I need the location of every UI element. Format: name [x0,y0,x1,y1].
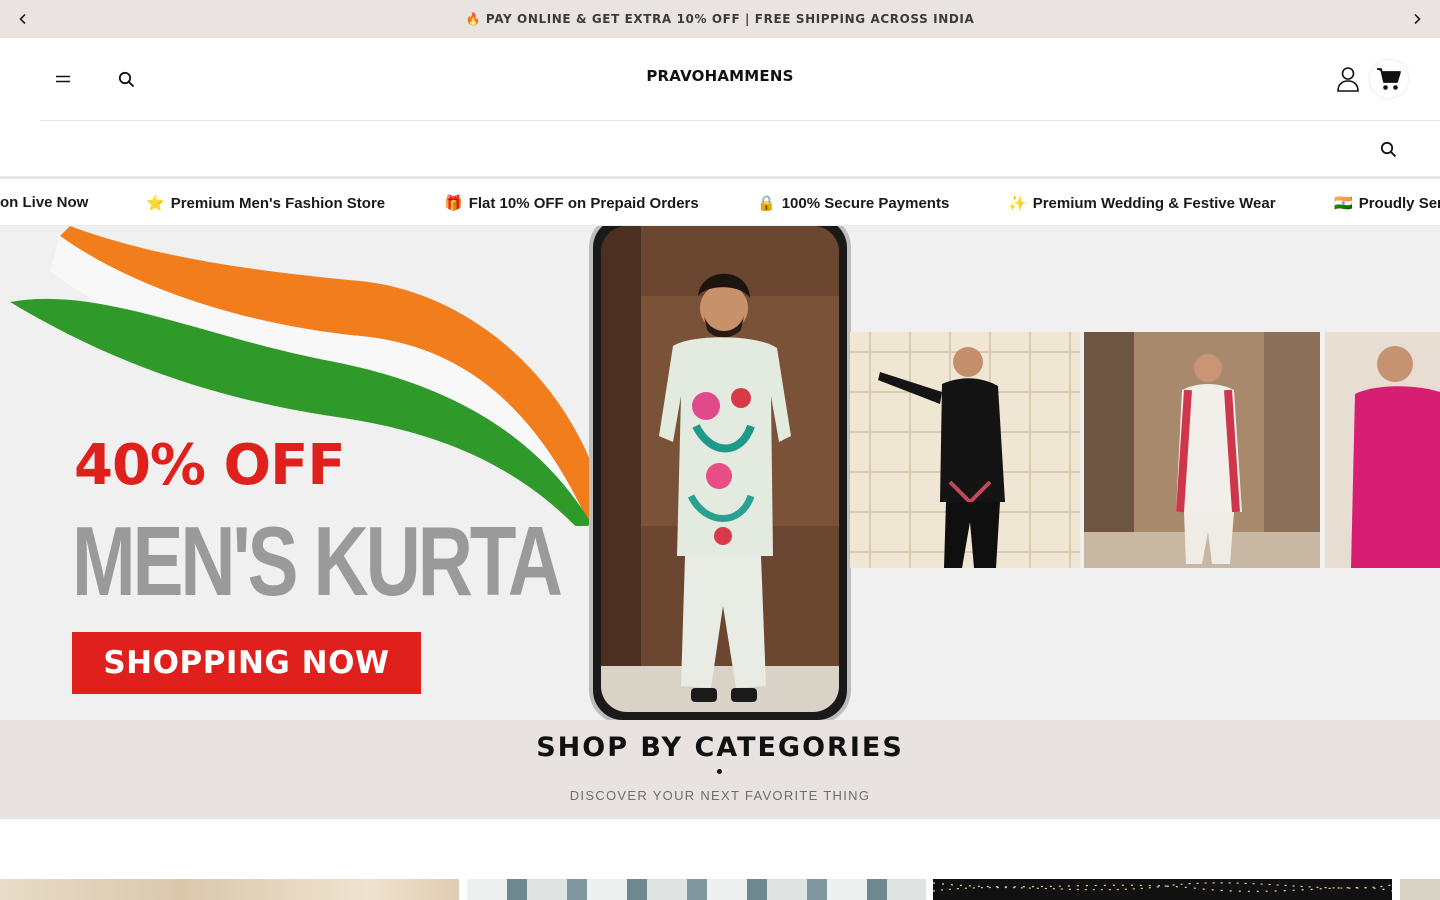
marquee-item: 🎁 Flat 10% OFF on Prepaid Orders [444,194,699,212]
section-subtitle: DISCOVER YOUR NEXT FAVORITE THING [569,788,871,803]
category-card[interactable] [467,879,926,900]
hero-headline: MEN'S KURTA [72,506,563,616]
categories-section: SHOP BY CATEGORIES DISCOVER YOUR NEXT FA… [0,720,1440,819]
chevron-right-icon [1414,13,1421,25]
header-search-button[interactable] [110,62,142,96]
search-icon [1380,141,1396,157]
marquee-item-label: Flat 10% OFF on Prepaid Orders [468,195,699,212]
section-title: SHOP BY CATEGORIES [536,732,904,763]
model-in-kurta-illustration [601,226,839,712]
cart-icon [1377,68,1401,90]
search-submit-button[interactable] [1372,133,1404,165]
marquee-item: ⭐ Premium Men's Fashion Store [146,194,385,212]
marquee-item-label: 100% Secure Payments [781,195,950,212]
account-button[interactable] [1332,62,1364,96]
india-flag-icon: 🇮🇳 [1334,195,1353,212]
string-lights-image [933,882,1392,892]
announcement-text: 🔥 PAY ONLINE & GET EXTRA 10% OFF | FREE … [465,12,975,26]
promo-text: 40% OFF [74,433,346,498]
announcement-next-button[interactable] [1398,0,1436,38]
marquee-item-label: on Live Now [0,194,89,211]
menu-button[interactable] [46,62,80,96]
marquee-item: ✨ Premium Wedding & Festive Wear [1008,194,1276,212]
user-icon [1337,67,1359,92]
title-dot-divider [717,769,722,774]
marquee-item: on Live Now [0,194,88,211]
site-logo[interactable]: PRAVOHAMMENS [620,67,820,85]
gift-icon: 🎁 [444,195,463,212]
category-card[interactable] [1400,879,1440,900]
search-input[interactable] [0,121,1360,177]
model-photo-white-kurta [1084,332,1320,568]
category-card[interactable] [0,879,459,900]
search-icon [118,71,134,87]
lock-icon: 🔒 [757,195,776,212]
model-photo [601,226,839,712]
marquee-item-label: Premium Men's Fashion Store [170,195,386,212]
phone-mockup-image [589,226,851,720]
chevron-left-icon [19,13,26,25]
shop-now-button[interactable]: SHOPPING NOW [72,632,421,694]
sparkles-icon: ✨ [1008,195,1027,212]
menu-icon [56,75,70,83]
announcement-bar: 🔥 PAY ONLINE & GET EXTRA 10% OFF | FREE … [0,0,1440,38]
model-photo-pink-kurta [1325,332,1440,568]
marquee-item-label: Premium Wedding & Festive Wear [1032,195,1276,212]
category-card[interactable] [933,879,1392,900]
marquee-item: 🇮🇳 Proudly Ser [1334,194,1440,212]
marquee-item-label: Proudly Ser [1358,195,1440,212]
cart-button[interactable] [1370,60,1408,98]
site-header: PRAVOHAMMENS [0,38,1440,122]
hero-banner[interactable]: 40% OFF MEN'S KURTA SHOPPING NOW [0,226,1440,720]
star-icon: ⭐ [146,195,165,212]
announcement-marquee: on Live Now ⭐ Premium Men's Fashion Store… [0,181,1440,226]
announcement-prev-button[interactable] [4,0,42,38]
search-bar [0,121,1440,179]
model-photo-black-kurta [850,332,1080,568]
marquee-item: 🔒 100% Secure Payments [757,194,949,212]
